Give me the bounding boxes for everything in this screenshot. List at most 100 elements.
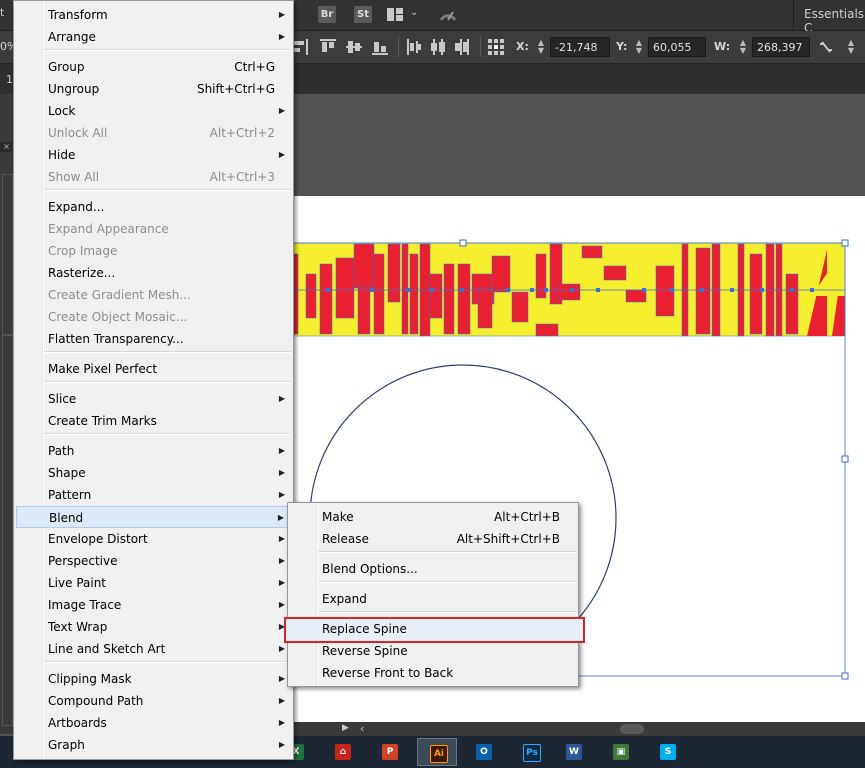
blend-item-reverse-front-to-back[interactable]: Reverse Front to Back	[290, 662, 576, 684]
submenu-arrow-icon: ▶	[278, 740, 285, 749]
taskbar-button[interactable]: S	[648, 738, 688, 766]
menu-item-unlock-all[interactable]: Unlock All Alt+Ctrl+2	[16, 122, 291, 144]
menu-item-label: Create Gradient Mesh...	[48, 288, 191, 302]
menu-item-crop-image[interactable]: Crop Image	[16, 240, 291, 262]
menu-item-create-gradient-mesh[interactable]: Create Gradient Mesh...	[16, 284, 291, 306]
distribute-right-icon[interactable]	[454, 39, 470, 55]
w-stepper-icon[interactable]: ▲ ▼	[738, 39, 748, 55]
reference-point-icon[interactable]	[488, 39, 504, 55]
x-stepper-icon[interactable]: ▲ ▼	[536, 39, 546, 55]
align-vertical-center-icon[interactable]	[346, 39, 362, 55]
menu-item-path[interactable]: Path ▶	[16, 440, 291, 462]
anchor-point	[670, 288, 674, 292]
stock-button[interactable]: St	[354, 6, 372, 23]
menu-item-create-trim-marks[interactable]: Create Trim Marks	[16, 410, 291, 432]
blend-item-reverse-spine[interactable]: Reverse Spine	[290, 640, 576, 662]
taskbar-button[interactable]: O	[464, 738, 504, 766]
blend-item-release[interactable]: Release Alt+Shift+Ctrl+B	[290, 528, 576, 550]
blend-step-shape	[785, 273, 799, 335]
menu-item-label: Transform	[48, 8, 108, 22]
outlook-icon: O	[476, 744, 492, 760]
menu-item-image-trace[interactable]: Image Trace ▶	[16, 594, 291, 616]
menu-item-hide[interactable]: Hide ▶	[16, 144, 291, 166]
menu-item-label: Expand Appearance	[48, 222, 169, 236]
distribute-left-icon[interactable]	[406, 39, 422, 55]
menu-item-expand-appearance[interactable]: Expand Appearance	[16, 218, 291, 240]
menu-item-transform[interactable]: Transform ▶	[16, 4, 291, 26]
height-stepper-icon[interactable]: ▲ ▼	[846, 39, 856, 55]
menu-item-group[interactable]: Group Ctrl+G	[16, 56, 291, 78]
document-tab-fragment[interactable]: 1	[6, 73, 13, 86]
menu-item-label: Pattern	[48, 488, 92, 502]
scrollbar-thumb[interactable]	[620, 724, 644, 734]
menu-item-line-and-sketch-art[interactable]: Line and Sketch Art ▶	[16, 638, 291, 660]
menu-item-text-wrap[interactable]: Text Wrap ▶	[16, 616, 291, 638]
taskbar-button[interactable]: P	[370, 738, 410, 766]
gpu-performance-icon[interactable]	[438, 6, 458, 24]
blend-item-blend-options[interactable]: Blend Options...	[290, 558, 576, 580]
blend-step-shape	[357, 285, 371, 335]
panel-frame-lower	[2, 334, 13, 726]
taskbar-button[interactable]: W	[554, 738, 594, 766]
anchor-point	[760, 288, 764, 292]
menu-item-slice[interactable]: Slice ▶	[16, 388, 291, 410]
taskbar-button[interactable]: Ai	[417, 738, 457, 766]
menu-item-perspective[interactable]: Perspective ▶	[16, 550, 291, 572]
anchor-point	[370, 288, 374, 292]
align-bottom-icon[interactable]	[372, 39, 388, 55]
constrain-proportions-icon[interactable]	[818, 40, 834, 54]
taskbar-button[interactable]: ⌂	[323, 738, 363, 766]
distribute-center-icon[interactable]	[430, 39, 446, 55]
menu-item-pattern[interactable]: Pattern ▶	[16, 484, 291, 506]
menu-item-graph[interactable]: Graph ▶	[16, 734, 291, 756]
tools-panel-stub: ×	[0, 94, 14, 734]
align-right-icon[interactable]	[294, 39, 310, 55]
menu-separator	[44, 189, 291, 191]
menu-item-lock[interactable]: Lock ▶	[16, 100, 291, 122]
blend-item-expand[interactable]: Expand	[290, 588, 576, 610]
align-top-icon[interactable]	[320, 39, 336, 55]
x-position-field[interactable]: -21,748 mm	[550, 37, 610, 74]
menu-item-clipping-mask[interactable]: Clipping Mask ▶	[16, 668, 291, 690]
scroll-left-arrow-icon[interactable]: ‹	[360, 722, 364, 735]
submenu-arrow-icon: ▶	[278, 490, 285, 499]
menu-separator	[318, 611, 576, 613]
menu-item-expand[interactable]: Expand...	[16, 196, 291, 218]
menu-item-envelope-distort[interactable]: Envelope Distort ▶	[16, 528, 291, 550]
menu-item-label: Blend Options...	[322, 562, 418, 576]
horizontal-scrollbar[interactable]: ▶ ‹	[290, 722, 865, 736]
menu-item-show-all[interactable]: Show All Alt+Ctrl+3	[16, 166, 291, 188]
menu-item-shape[interactable]: Shape ▶	[16, 462, 291, 484]
arrange-documents-icon[interactable]	[387, 8, 403, 21]
chevron-down-icon[interactable]: ⌄	[410, 7, 418, 18]
menu-item-artboards[interactable]: Artboards ▶	[16, 712, 291, 734]
submenu-arrow-icon: ▶	[278, 394, 285, 403]
acrobat-icon: ⌂	[335, 744, 351, 760]
menu-item-arrange[interactable]: Arrange ▶	[16, 26, 291, 48]
menu-item-rasterize[interactable]: Rasterize...	[16, 262, 291, 284]
y-position-field[interactable]: 60,055 mm	[648, 37, 706, 74]
menu-item-live-paint[interactable]: Live Paint ▶	[16, 572, 291, 594]
taskbar-button[interactable]: ▣	[601, 738, 641, 766]
submenu-arrow-icon: ▶	[278, 534, 285, 543]
menu-item-ungroup[interactable]: Ungroup Shift+Ctrl+G	[16, 78, 291, 100]
taskbar-button[interactable]: Ps	[511, 738, 551, 766]
blend-item-make[interactable]: Make Alt+Ctrl+B	[290, 506, 576, 528]
app-menu-fragment[interactable]: t	[0, 6, 4, 24]
menu-item-compound-path[interactable]: Compound Path ▶	[16, 690, 291, 712]
menu-item-create-object-mosaic[interactable]: Create Object Mosaic...	[16, 306, 291, 328]
submenu-arrow-icon: ▶	[278, 674, 285, 683]
y-stepper-icon[interactable]: ▲ ▼	[634, 39, 644, 55]
menu-item-label: Clipping Mask	[48, 672, 132, 686]
bridge-button[interactable]: Br	[318, 6, 336, 23]
workspace-switcher[interactable]: Essentials C	[804, 7, 865, 35]
menu-item-flatten-transparency[interactable]: Flatten Transparency...	[16, 328, 291, 350]
menu-item-blend[interactable]: Blend ▶	[16, 506, 291, 528]
blend-item-replace-spine[interactable]: Replace Spine	[284, 617, 585, 643]
scroll-right-arrow-icon[interactable]: ▶	[342, 723, 349, 733]
menu-item-make-pixel-perfect[interactable]: Make Pixel Perfect	[16, 358, 291, 380]
close-icon[interactable]: ×	[0, 142, 13, 152]
blend-step-shape	[373, 253, 385, 335]
menu-item-label: Envelope Distort	[48, 532, 148, 546]
width-field[interactable]: 268,397 mm	[752, 37, 810, 74]
